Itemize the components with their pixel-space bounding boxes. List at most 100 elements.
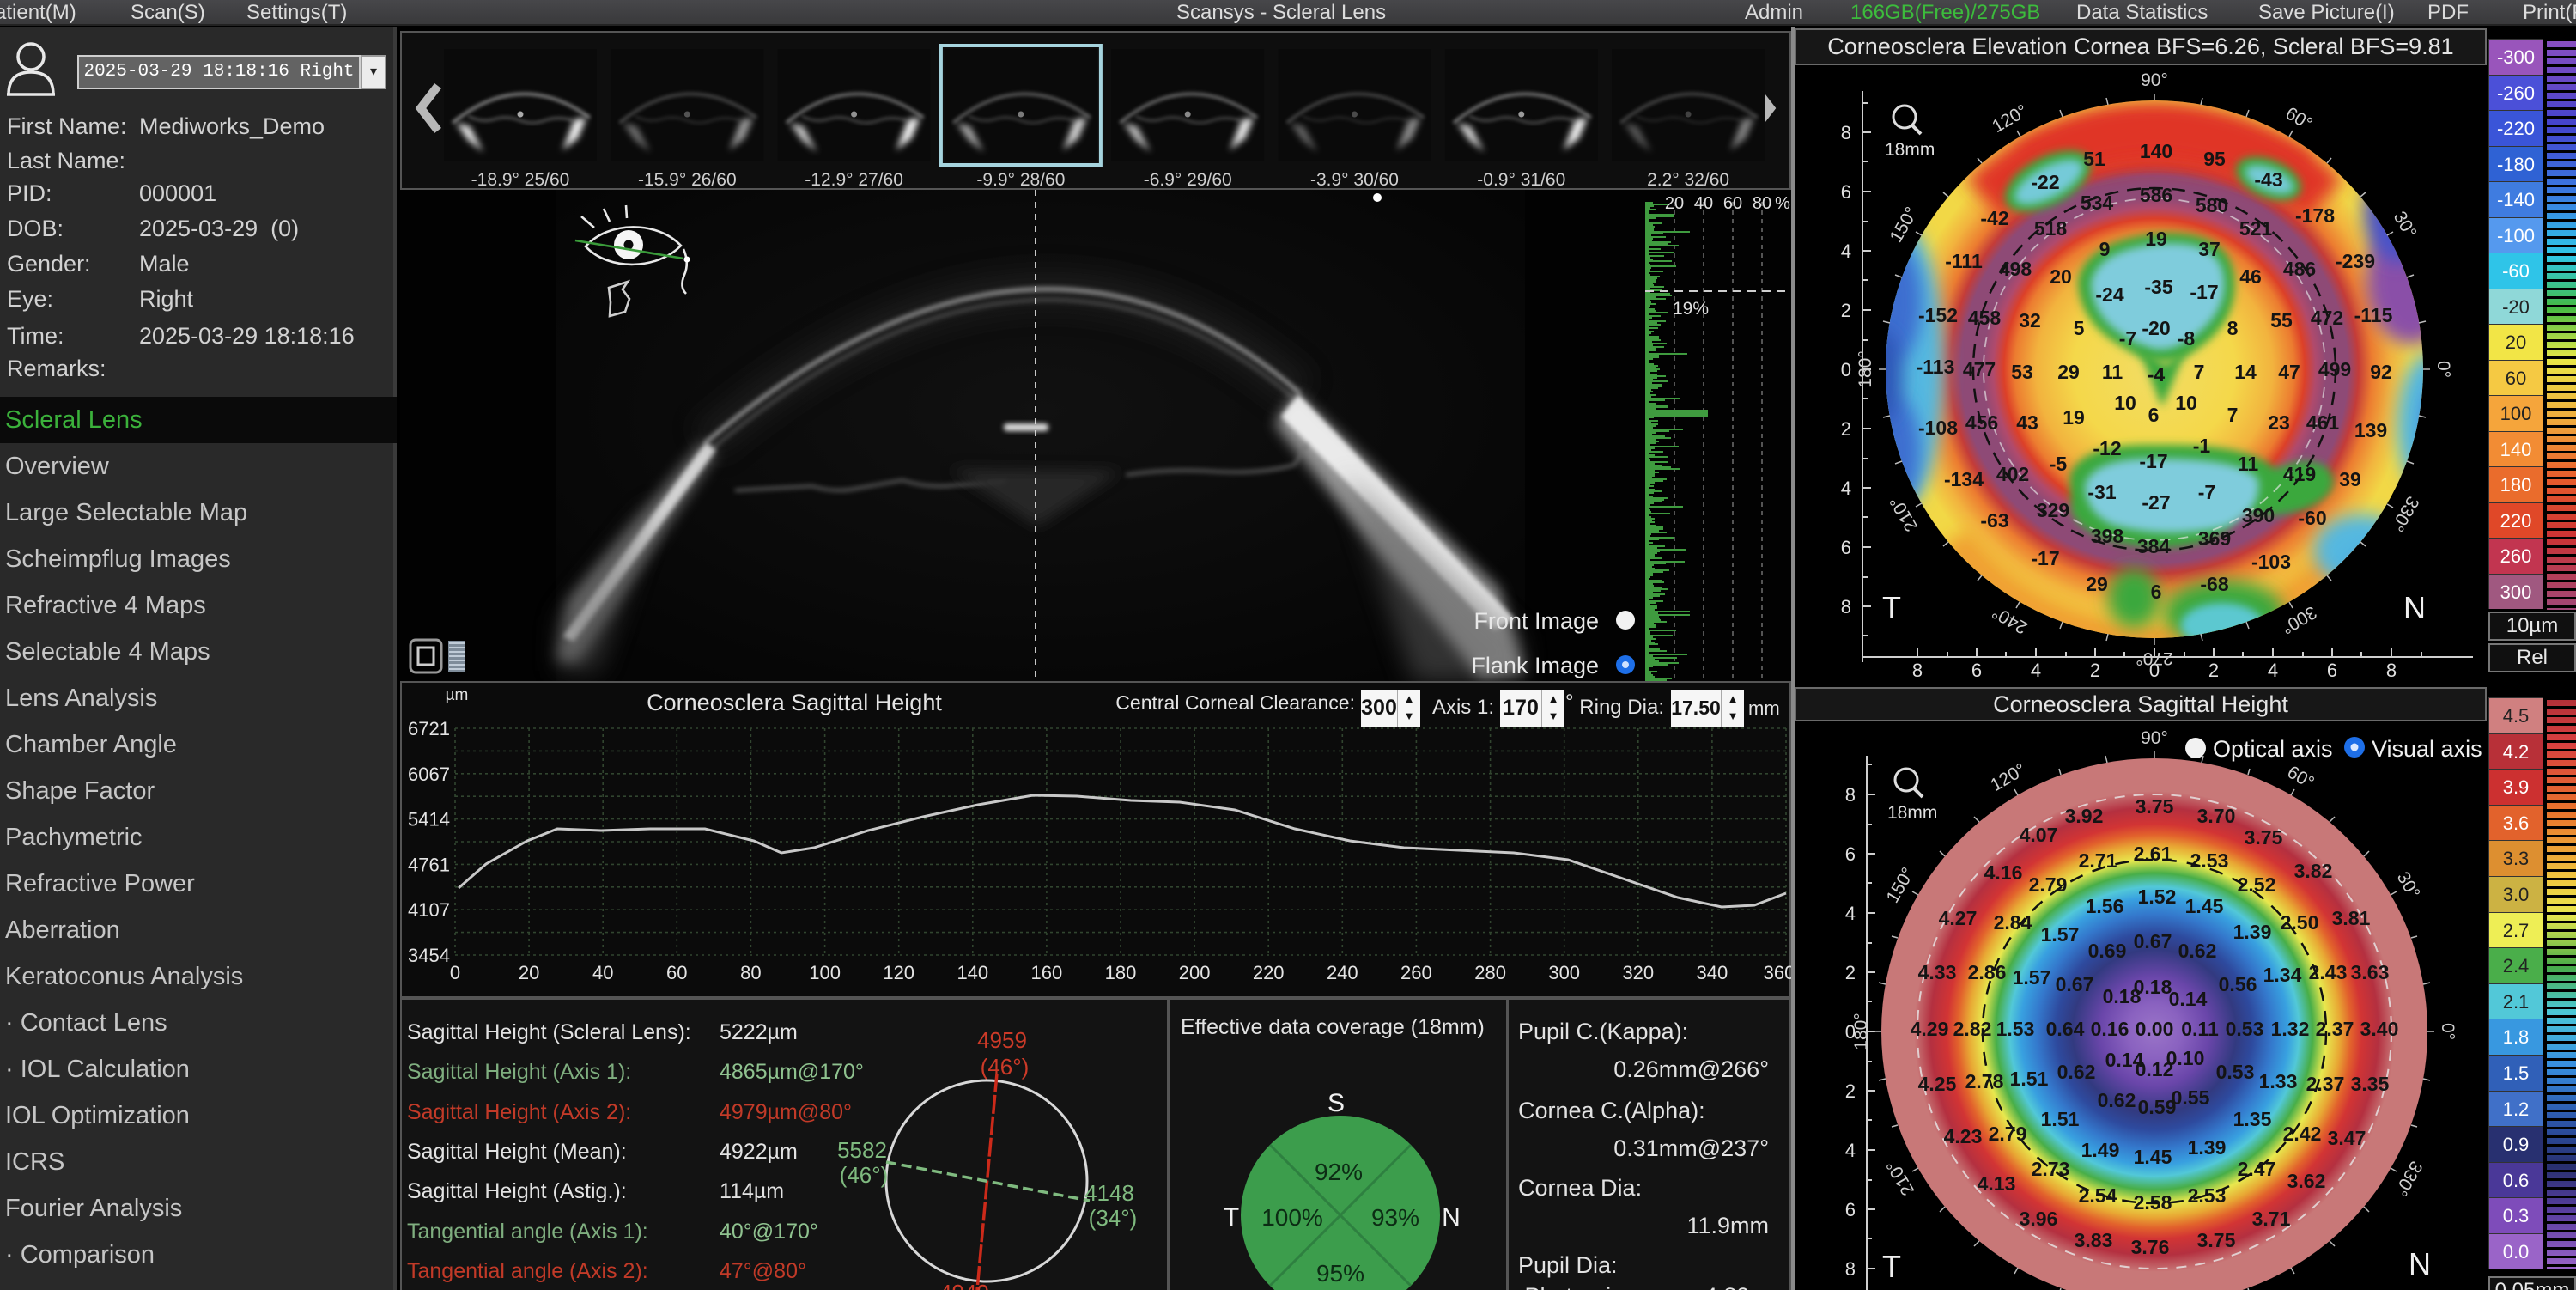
svg-text:23: 23	[2268, 411, 2290, 434]
svg-text:2.50: 2.50	[2281, 911, 2319, 934]
svg-text:43: 43	[2016, 411, 2038, 434]
svg-text:1.32: 1.32	[2271, 1018, 2310, 1040]
svg-text:-8: -8	[2178, 327, 2196, 350]
svg-text:-134: -134	[1944, 468, 1984, 490]
svg-text:µm: µm	[446, 686, 469, 704]
svg-text:4761: 4761	[408, 854, 450, 875]
svg-text:1.52: 1.52	[2138, 885, 2177, 908]
svg-text:-113: -113	[1917, 356, 1955, 378]
svg-text:586: 586	[2140, 184, 2172, 206]
svg-text:6: 6	[2327, 660, 2337, 678]
svg-text:0.16: 0.16	[2091, 1018, 2129, 1040]
svg-text:180°: 180°	[1856, 350, 1875, 387]
svg-text:4.27: 4.27	[1939, 907, 1978, 929]
svg-text:120°: 120°	[1989, 101, 2031, 137]
svg-text:3.76: 3.76	[2131, 1236, 2170, 1258]
svg-text:11: 11	[2102, 361, 2123, 383]
svg-text:-7: -7	[2198, 481, 2215, 503]
svg-text:4.33: 4.33	[1918, 961, 1957, 983]
svg-text:2.37: 2.37	[2306, 1073, 2345, 1095]
svg-text:486: 486	[2283, 258, 2316, 280]
svg-text:0°: 0°	[2438, 1023, 2458, 1040]
svg-text:10: 10	[2114, 392, 2136, 414]
svg-text:0.14: 0.14	[2169, 988, 2208, 1010]
svg-text:(46°): (46°)	[840, 1162, 889, 1188]
svg-text:160: 160	[1031, 962, 1063, 983]
svg-text:0.18: 0.18	[2103, 985, 2142, 1007]
svg-text:0.59: 0.59	[2138, 1096, 2177, 1118]
svg-text:2.2° 32/60: 2.2° 32/60	[1647, 170, 1729, 190]
svg-text:4949: 4949	[939, 1280, 989, 1290]
svg-text:8: 8	[1841, 596, 1851, 618]
svg-text:210°: 210°	[1886, 493, 1923, 535]
svg-text:3.40: 3.40	[2360, 1018, 2399, 1040]
svg-text:-108: -108	[1918, 417, 1958, 439]
svg-text:80: 80	[1753, 194, 1771, 213]
svg-text:92: 92	[2370, 361, 2392, 383]
svg-text:Corneosclera Sagittal Height: Corneosclera Sagittal Height	[647, 690, 942, 715]
svg-text:2: 2	[1841, 418, 1851, 440]
svg-text:2.37: 2.37	[2316, 1018, 2354, 1040]
svg-text:N: N	[1442, 1203, 1461, 1232]
svg-text:340: 340	[1697, 962, 1728, 983]
svg-text:472: 472	[2311, 307, 2343, 329]
svg-text:N: N	[2409, 1246, 2431, 1281]
svg-text:47: 47	[2278, 361, 2300, 383]
svg-text:4148: 4148	[1084, 1180, 1134, 1206]
svg-text:-43: -43	[2254, 168, 2282, 191]
svg-text:1.57: 1.57	[2041, 923, 2080, 946]
svg-text:4: 4	[2268, 660, 2278, 678]
svg-text:6: 6	[2151, 581, 2162, 603]
svg-text:-103: -103	[2251, 551, 2291, 573]
svg-text:329: 329	[2037, 499, 2069, 521]
svg-text:498: 498	[1999, 258, 2032, 280]
svg-text:402: 402	[1996, 463, 2029, 485]
svg-text:300: 300	[1548, 962, 1580, 983]
svg-text:95%: 95%	[1316, 1260, 1364, 1287]
svg-text:4.16: 4.16	[1984, 861, 2023, 884]
svg-text:-22: -22	[2031, 171, 2059, 193]
svg-text:139: 139	[2354, 419, 2387, 441]
svg-text:7: 7	[2194, 361, 2205, 383]
svg-text:0°: 0°	[2433, 361, 2453, 378]
svg-text:-1: -1	[2193, 435, 2211, 457]
svg-text:-178: -178	[2295, 204, 2335, 227]
svg-text:1.53: 1.53	[1996, 1018, 2035, 1040]
svg-text:39: 39	[2339, 468, 2361, 490]
svg-text:-7: -7	[2119, 327, 2136, 350]
svg-text:120°: 120°	[1987, 760, 2029, 796]
svg-text:210°: 210°	[1883, 1157, 1919, 1199]
svg-text:270°: 270°	[2136, 648, 2172, 668]
svg-text:-3.9° 30/60: -3.9° 30/60	[1310, 170, 1399, 190]
svg-text:1.35: 1.35	[2233, 1108, 2272, 1130]
svg-text:8: 8	[1845, 1258, 1856, 1280]
svg-text:9: 9	[2099, 238, 2111, 260]
svg-text:2: 2	[1845, 962, 1856, 983]
svg-text:3.75: 3.75	[2245, 826, 2283, 849]
svg-text:390: 390	[2242, 504, 2275, 526]
svg-text:-68: -68	[2200, 573, 2228, 595]
svg-text:90°: 90°	[2141, 70, 2168, 90]
svg-text:10: 10	[2175, 392, 2197, 414]
svg-text:3.81: 3.81	[2332, 907, 2371, 929]
svg-text:0.64: 0.64	[2046, 1018, 2085, 1040]
svg-text:3.82: 3.82	[2294, 860, 2333, 882]
svg-text:Visual axis: Visual axis	[2372, 736, 2482, 762]
svg-text:3.75: 3.75	[2136, 795, 2174, 818]
svg-text:6: 6	[1971, 660, 1982, 678]
svg-text:(46°): (46°)	[981, 1054, 1030, 1080]
svg-text:1.51: 1.51	[2010, 1068, 2049, 1090]
svg-text:240: 240	[1327, 962, 1358, 983]
svg-text:92%: 92%	[1315, 1159, 1363, 1185]
svg-text:Central Corneal Clearance:: Central Corneal Clearance:	[1115, 691, 1355, 714]
svg-text:2.52: 2.52	[2238, 873, 2276, 896]
svg-text:1.57: 1.57	[2013, 966, 2051, 989]
svg-text:30°: 30°	[2393, 868, 2424, 902]
svg-text:1.49: 1.49	[2081, 1139, 2120, 1161]
svg-text:0.69: 0.69	[2088, 940, 2127, 962]
svg-text:4.29: 4.29	[1911, 1018, 1949, 1040]
svg-text:-17: -17	[2190, 281, 2218, 303]
svg-text:-24: -24	[2095, 283, 2123, 306]
svg-text:4.13: 4.13	[1978, 1172, 2016, 1195]
svg-text:3.47: 3.47	[2328, 1127, 2366, 1149]
